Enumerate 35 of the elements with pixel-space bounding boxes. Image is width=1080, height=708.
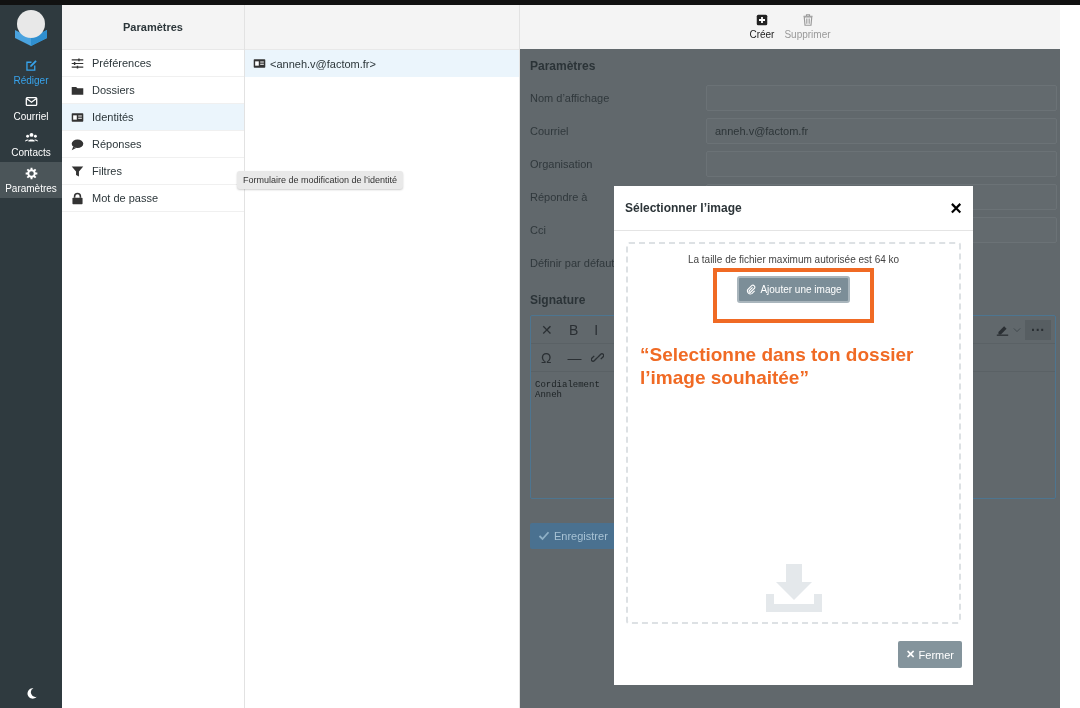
identity-item[interactable]: <anneh.v@factom.fr> bbox=[245, 50, 519, 77]
gear-icon bbox=[24, 167, 38, 180]
sidebar-item[interactable]: Courriel bbox=[0, 90, 62, 126]
settings-item[interactable]: Préférences bbox=[62, 50, 244, 77]
people-icon bbox=[24, 131, 38, 144]
paperclip-icon bbox=[745, 284, 757, 295]
padlock-icon bbox=[71, 191, 84, 205]
download-icon bbox=[763, 564, 824, 614]
settings-item[interactable]: Réponses bbox=[62, 131, 244, 158]
sidebar-item[interactable]: Rédiger bbox=[0, 54, 62, 90]
id-card-icon bbox=[71, 110, 84, 124]
signature-text: Cordialement bbox=[535, 380, 601, 390]
speech-bubble-icon bbox=[71, 137, 84, 151]
link-icon bbox=[591, 351, 605, 364]
annotation-text: “Selectionne dans ton dossier l’image souhaitée” bbox=[640, 343, 915, 389]
checkmark-icon bbox=[538, 530, 550, 542]
toolbar-button[interactable]: Créer bbox=[749, 14, 775, 40]
trash-icon bbox=[801, 14, 814, 26]
plus-icon bbox=[755, 14, 768, 26]
size-hint: La taille de fichier maximum autorisée est 64 ko bbox=[687, 254, 900, 265]
dialog-title: Sélectionner l’image bbox=[625, 201, 742, 215]
sidebar-item[interactable]: Paramètres bbox=[0, 162, 62, 198]
envelope-icon bbox=[24, 95, 38, 108]
drop-zone[interactable]: La taille de fichier maximum autorisée est 64 ko Ajouter une image “Selectionne dans ton dossier l’image souhaitée” bbox=[626, 242, 961, 624]
id-card-icon bbox=[253, 57, 266, 70]
close-button[interactable]: × bbox=[950, 198, 962, 218]
settings-item[interactable]: Identités bbox=[62, 104, 244, 131]
compose-icon bbox=[24, 59, 38, 72]
column-header: Paramètres bbox=[62, 5, 244, 50]
tooltip: Formulaire de modification de l’identité bbox=[237, 171, 404, 189]
moon-icon bbox=[24, 687, 38, 700]
sliders-icon bbox=[71, 56, 84, 70]
sidebar-item[interactable]: Contacts bbox=[0, 126, 62, 162]
funnel-icon bbox=[71, 164, 84, 178]
signature-text: Anneh bbox=[535, 390, 563, 400]
